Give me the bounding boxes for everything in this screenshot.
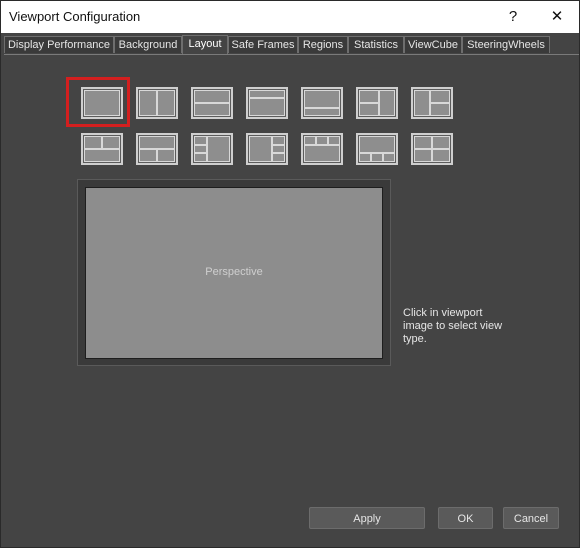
layout-option-8[interactable] xyxy=(81,133,123,165)
tab-statistics[interactable]: Statistics xyxy=(348,36,404,53)
ok-button[interactable]: OK xyxy=(438,507,493,529)
apply-button[interactable]: Apply xyxy=(309,507,425,529)
hint-text: Click in viewport image to select view t… xyxy=(403,307,503,345)
layout-option-2[interactable] xyxy=(136,87,178,119)
layout-option-7[interactable] xyxy=(411,87,453,119)
tab-display-performance[interactable]: Display Performance xyxy=(4,36,114,53)
tab-layout[interactable]: Layout xyxy=(182,35,228,54)
layout-option-11[interactable] xyxy=(246,133,288,165)
help-icon[interactable]: ? xyxy=(491,1,535,33)
layout-option-14[interactable] xyxy=(411,133,453,165)
tab-viewcube[interactable]: ViewCube xyxy=(404,36,462,53)
tab-regions[interactable]: Regions xyxy=(298,36,348,53)
window-title: Viewport Configuration xyxy=(9,9,141,24)
tab-background[interactable]: Background xyxy=(114,36,182,53)
layout-option-5[interactable] xyxy=(301,87,343,119)
tab-bar: Display Performance Background Layout Sa… xyxy=(4,35,579,55)
layout-preview: Perspective xyxy=(77,179,391,366)
title-bar: Viewport Configuration ? ✕ xyxy=(1,1,579,33)
layout-option-4[interactable] xyxy=(246,87,288,119)
layout-option-10[interactable] xyxy=(191,133,233,165)
layout-option-3[interactable] xyxy=(191,87,233,119)
tab-safe-frames[interactable]: Safe Frames xyxy=(228,36,298,53)
layout-option-12[interactable] xyxy=(301,133,343,165)
tab-steeringwheels[interactable]: SteeringWheels xyxy=(462,36,550,53)
cancel-button[interactable]: Cancel xyxy=(503,507,559,529)
layout-option-13[interactable] xyxy=(356,133,398,165)
viewport-configuration-dialog: Viewport Configuration ? ✕ Display Perfo… xyxy=(0,0,580,548)
viewport-label: Perspective xyxy=(205,266,263,278)
selected-layout-highlight xyxy=(66,77,130,127)
close-icon[interactable]: ✕ xyxy=(535,1,579,33)
layout-option-9[interactable] xyxy=(136,133,178,165)
viewport-perspective[interactable]: Perspective xyxy=(85,187,383,359)
layout-option-6[interactable] xyxy=(356,87,398,119)
